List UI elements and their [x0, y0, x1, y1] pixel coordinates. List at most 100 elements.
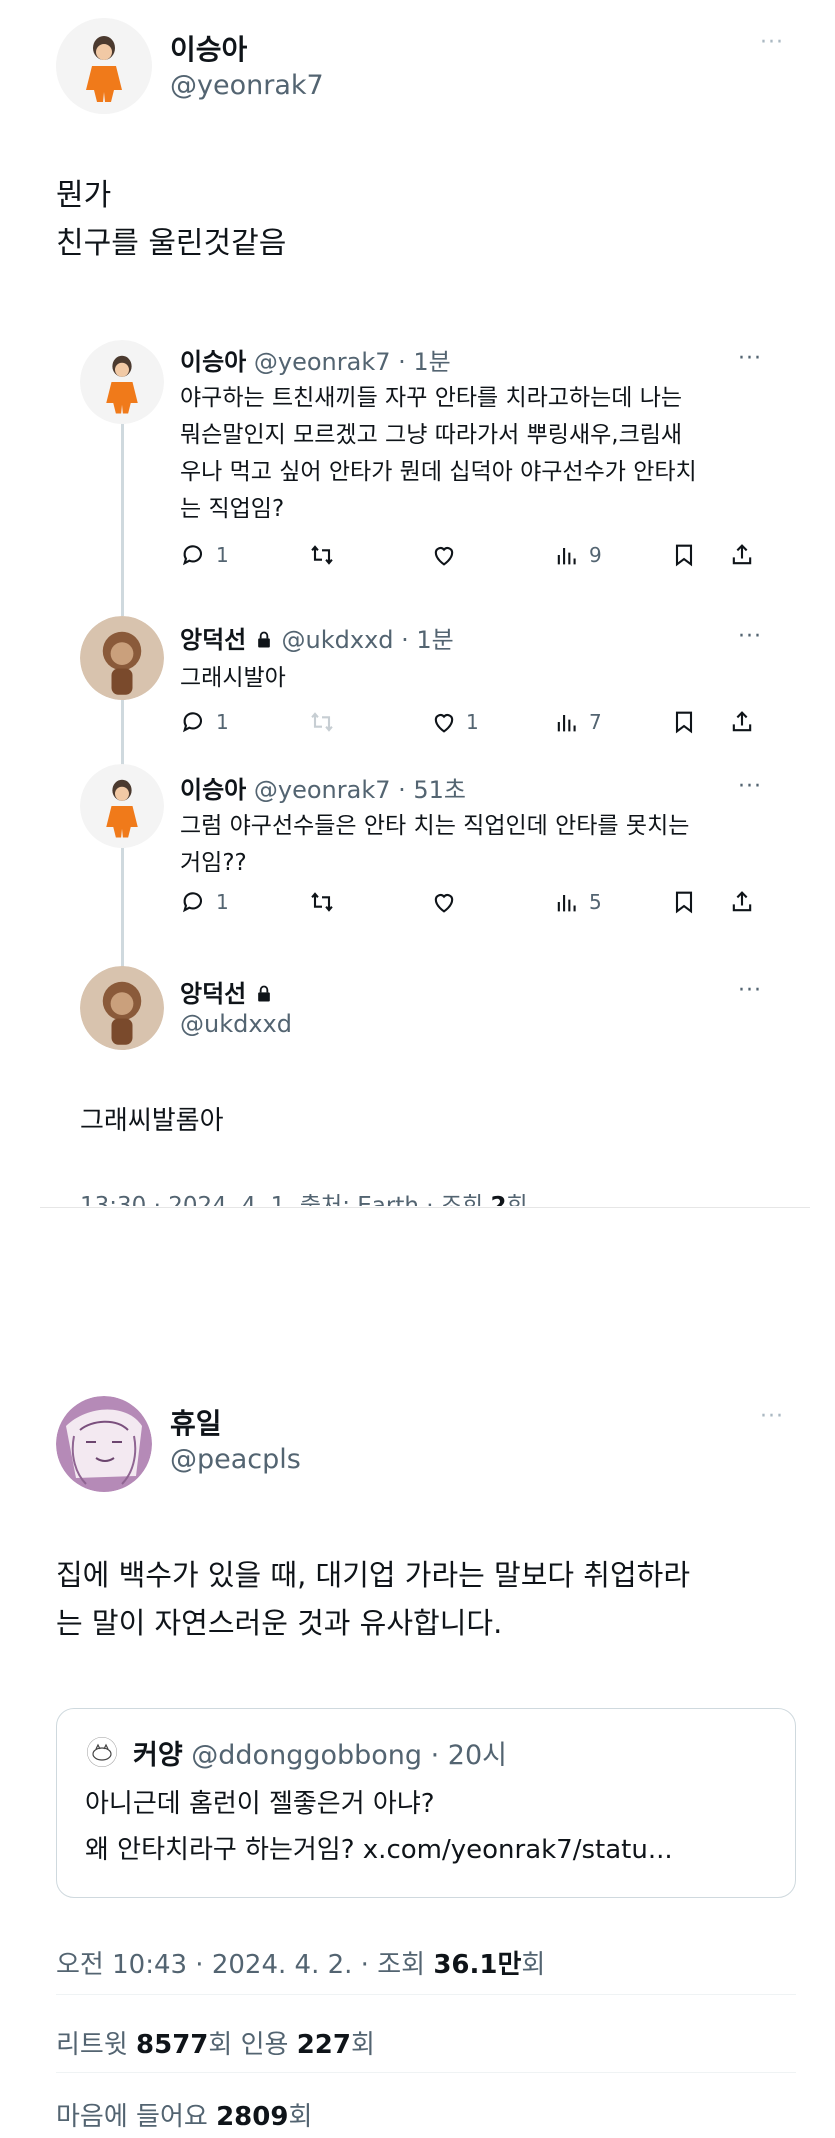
avatar-yeonrak7[interactable] [80, 340, 164, 424]
like-icon [434, 894, 454, 913]
reply1-line: 우나 먹고 싶어 안타가 뭔데 십덕아 야구선수가 안타치 [180, 459, 697, 485]
views-button[interactable]: 7 [553, 708, 602, 736]
retweet-button[interactable] [308, 541, 336, 569]
avatar-yeonrak7[interactable] [56, 18, 152, 114]
reply1-line: 는 직업임? [180, 496, 285, 522]
retweet-button[interactable] [308, 888, 336, 916]
reply3-header: 이승아 @yeonrak7 · 51초 [180, 770, 466, 805]
retweet-button[interactable] [308, 708, 336, 736]
reply-count: 1 [216, 710, 229, 734]
more-icon[interactable]: ··· [738, 776, 762, 798]
share-icon [732, 544, 752, 565]
reply1-line: 야구하는 트친새끼들 자꾸 안타를 치라고하는데 나는 [180, 385, 683, 411]
reply1-header: 이승아 @yeonrak7 · 1분 [180, 342, 451, 377]
reply-icon [182, 545, 203, 566]
more-icon[interactable]: ··· [760, 1406, 784, 1428]
reply3-text: 그럼 야구선수들은 안타 치는 직업인데 안타를 못치는 거임?? [180, 808, 689, 882]
likes-label[interactable]: 마음에 들어요 [56, 2102, 216, 2132]
more-icon[interactable]: ··· [738, 348, 762, 370]
reply2-name[interactable]: 앙덕선 [180, 626, 246, 654]
likes-value[interactable]: 2809 [216, 2102, 288, 2132]
bookmark-button[interactable] [670, 708, 698, 736]
divider [56, 2072, 796, 2073]
like-button[interactable]: 1 [430, 708, 479, 736]
reply-count: 1 [216, 543, 229, 567]
share-button[interactable] [728, 888, 756, 916]
quotes-value[interactable]: 227 [297, 2030, 351, 2060]
tweet1-text-line1: 뭔가 [56, 178, 112, 213]
tweet2-name[interactable]: 휴일 [170, 1402, 222, 1442]
more-icon[interactable]: ··· [738, 980, 762, 1002]
like-button[interactable] [430, 541, 458, 569]
reply-count: 1 [216, 890, 229, 914]
reply3-name[interactable]: 이승아 [180, 776, 246, 804]
bookmark-button[interactable] [670, 541, 698, 569]
views-button[interactable]: 9 [553, 541, 602, 569]
share-icon [732, 711, 752, 732]
more-icon[interactable]: ··· [760, 32, 784, 54]
reply2-text: 그래시발아 [180, 665, 286, 691]
views-count: 5 [589, 890, 602, 914]
like-button[interactable] [430, 888, 458, 916]
main-embedded-header: 앙덕선 [180, 974, 274, 1009]
retweets-value[interactable]: 8577 [136, 2030, 208, 2060]
views-count: 7 [589, 710, 602, 734]
quote-text-line2: 왜 안타치라구 하는거임? x.com/yeonrak7/statu... [85, 1835, 673, 1865]
reply-button[interactable]: 1 [180, 541, 229, 569]
quotes-label[interactable]: 인용 [232, 2030, 296, 2060]
quote-name: 커양 [133, 1740, 183, 1771]
main-embedded-name[interactable]: 앙덕선 [180, 980, 246, 1008]
quote-text-line1: 아니근데 홈런이 젤좋은거 아냐? [85, 1789, 435, 1819]
bookmark-icon [675, 891, 693, 914]
quoted-tweet[interactable]: 커양 @ddonggobbong · 20시 아니근데 홈런이 젤좋은거 아냐?… [56, 1708, 796, 1898]
tweet1-text-line2: 친구를 울린것같음 [56, 226, 287, 261]
reply1-line: 뭐슨말인지 모르겠고 그냥 따라가서 뿌링새우,크림새 [180, 422, 683, 448]
share-button[interactable] [728, 541, 756, 569]
tweet2-text-line2: 는 말이 자연스러운 것과 유사합니다. [56, 1606, 503, 1640]
bookmark-button[interactable] [670, 888, 698, 916]
main-embedded-footer: 13:30 · 2024. 4. 1. 출처: Earth · 조회 2회 [80, 1186, 528, 1206]
tweet2-text-line1: 집에 백수가 있을 때, 대기업 가라는 말보다 취업하라 [56, 1558, 691, 1592]
avatar-ukdxxd[interactable] [80, 966, 164, 1050]
like-icon [434, 547, 454, 566]
like-count: 1 [466, 710, 479, 734]
retweets-label[interactable]: 리트윗 [56, 2030, 136, 2060]
views-value: 36.1만 [433, 1950, 522, 1980]
reply1-name[interactable]: 이승아 [180, 348, 246, 376]
retweet-icon [311, 712, 333, 732]
avatar-peacpls[interactable] [56, 1396, 152, 1492]
lock-icon [258, 631, 270, 648]
reply-icon [182, 892, 203, 913]
share-button[interactable] [728, 708, 756, 736]
tweet2-engagement: 리트윗 8577회 인용 227회 [56, 2024, 375, 2061]
reply-button[interactable]: 1 [180, 888, 229, 916]
tweet1-name[interactable]: 이승아 [170, 28, 247, 68]
main-embedded-footer-unit: 회 [506, 1193, 528, 1206]
avatar-ukdxxd[interactable] [80, 616, 164, 700]
more-icon[interactable]: ··· [738, 626, 762, 648]
views-icon [557, 715, 576, 732]
likes-unit: 회 [288, 2102, 313, 2132]
tweet2-timestamp: 오전 10:43 · 2024. 4. 2. · 조회 36.1만회 [56, 1944, 545, 1981]
main-embedded-footer-text: 13:30 · 2024. 4. 1. 출처: Earth · 조회 [80, 1193, 491, 1206]
reply2-meta[interactable]: @ukdxxd · 1분 [282, 626, 454, 654]
views-icon [557, 548, 576, 565]
retweet-icon [311, 545, 333, 565]
tweet2-handle[interactable]: @peacpls [170, 1444, 301, 1475]
divider [56, 1994, 796, 1995]
tweet1-handle[interactable]: @yeonrak7 [170, 70, 324, 101]
views-button[interactable]: 5 [553, 888, 602, 916]
views-icon [557, 895, 576, 912]
main-embedded-handle[interactable]: @ukdxxd [180, 1010, 292, 1038]
screenshot-bottom-edge [40, 1207, 810, 1208]
reply-button[interactable]: 1 [180, 708, 229, 736]
reply1-meta[interactable]: @yeonrak7 · 1분 [254, 348, 451, 376]
reply3-meta[interactable]: @yeonrak7 · 51초 [254, 776, 466, 804]
quotes-unit: 회 [350, 2030, 375, 2060]
avatar-ddonggobbong [87, 1737, 117, 1767]
reply-icon [182, 712, 203, 733]
main-embedded-footer-views: 2 [490, 1193, 507, 1206]
avatar-yeonrak7[interactable] [80, 764, 164, 848]
retweets-unit: 회 [208, 2030, 233, 2060]
timestamp-text[interactable]: 오전 10:43 · 2024. 4. 2. · 조회 [56, 1950, 433, 1980]
